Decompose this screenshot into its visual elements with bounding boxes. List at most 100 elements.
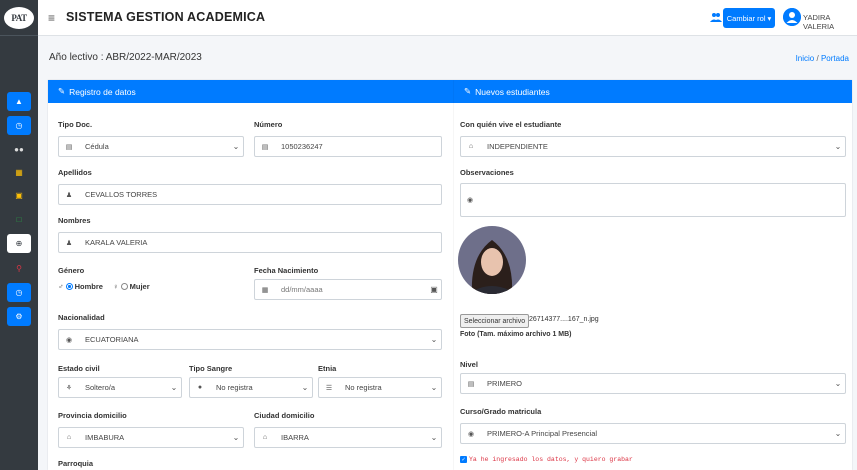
users-icon: ⚘ [65, 384, 73, 392]
tipo-sangre-value: No registra [216, 383, 253, 392]
change-role-button[interactable]: Cambiar rol ▾ [723, 8, 775, 28]
change-role-label: Cambiar rol [726, 13, 766, 23]
calendar-picker-icon[interactable]: ▣ [427, 285, 441, 294]
new-students-card-header: ✎ Nuevos estudiantes [454, 80, 852, 103]
chevron-down-icon: ⌄ [232, 433, 240, 442]
academic-year: Año lectivo : ABR/2022-MAR/2023 [49, 52, 202, 63]
apellidos-input[interactable]: ♟ CEVALLOS TORRES [58, 184, 442, 205]
chevron-down-icon: ⌄ [834, 429, 842, 438]
tint-icon: ● [197, 384, 203, 391]
breadcrumb-home[interactable]: Inicio [796, 54, 815, 63]
etnia-label: Etnia [318, 364, 337, 373]
sidebar-users-icon[interactable]: ●● [7, 140, 31, 159]
nombres-input[interactable]: ♟ KARALA VALERIA [58, 232, 442, 253]
logo[interactable]: PAT [0, 0, 38, 36]
curso-value: PRIMERO-A Principal Presencial [487, 429, 598, 438]
chevron-down-icon: ⌄ [834, 379, 842, 388]
chevron-down-icon: ⌄ [301, 383, 309, 392]
sidebar-file-icon[interactable]: □ [7, 210, 31, 229]
fecha-nacimiento-label: Fecha Nacimiento [254, 266, 319, 275]
calendar-icon: ▦ [261, 286, 269, 294]
etnia-select[interactable]: ☰ No registra ⌄ [318, 377, 442, 398]
curso-label: Curso/Grado matricula [460, 407, 542, 416]
nacionalidad-value: ECUATORIANA [85, 335, 139, 344]
user-icon: ♟ [65, 239, 73, 247]
parroquia-label: Parroquia [58, 459, 94, 468]
fecha-nacimiento-input[interactable]: ▦ dd/mm/aaaa ▣ [254, 279, 442, 300]
sidebar-plus-icon[interactable]: ⊕ [7, 234, 31, 253]
female-radio-dot[interactable] [120, 283, 128, 290]
apellidos-value: CEVALLOS TORRES [85, 190, 158, 199]
breadcrumb-current: Portada [820, 54, 849, 63]
hamburger-icon[interactable]: ≡ [48, 11, 55, 25]
select-file-button[interactable]: Seleccionar archivo [460, 314, 530, 328]
home-icon: ⌂ [66, 434, 72, 441]
sidebar-settings-icon[interactable]: ⚙ [7, 307, 31, 326]
vive-con-select[interactable]: ⌂ INDEPENDIENTE ⌄ [460, 136, 846, 157]
new-students-card-title: Nuevos estudiantes [475, 86, 550, 97]
sidebar-calendar-icon[interactable]: ▦ [7, 163, 31, 182]
id-card-icon: ▤ [261, 143, 269, 151]
tipo-doc-value: Cédula [85, 142, 109, 151]
chevron-down-icon: ⌄ [170, 383, 178, 392]
chevron-down-icon: ⌄ [834, 142, 842, 151]
user-name[interactable]: YADIRA VALERIA [803, 13, 857, 31]
nivel-select[interactable]: ▤ PRIMERO ⌄ [460, 373, 846, 394]
numero-value: 1050236247 [281, 142, 323, 151]
tipo-sangre-select[interactable]: ● No registra ⌄ [189, 377, 313, 398]
numero-label: Número [254, 120, 283, 129]
tipo-doc-label: Tipo Doc. [58, 120, 93, 129]
check-icon[interactable]: ✓ [460, 456, 467, 463]
estado-civil-select[interactable]: ⚘ Soltero/a ⌄ [58, 377, 182, 398]
list-icon: ☰ [325, 384, 333, 392]
ciudad-value: IBARRA [281, 433, 309, 442]
numero-input[interactable]: ▤ 1050236247 [254, 136, 442, 157]
sidebar-clock2-icon[interactable]: ◷ [7, 283, 31, 302]
sidebar-key-icon[interactable]: ⚲ [7, 259, 31, 278]
ciudad-select[interactable]: ⌂ IBARRA ⌄ [254, 427, 442, 448]
estado-civil-label: Estado civil [58, 364, 100, 373]
vive-con-label: Con quién vive el estudiante [460, 120, 562, 129]
chevron-down-icon: ⌄ [232, 142, 240, 151]
observaciones-textarea[interactable]: ◉ [460, 183, 846, 217]
nivel-value: PRIMERO [487, 379, 523, 388]
edit-icon: ✎ [464, 86, 472, 96]
globe-icon: ◉ [467, 430, 475, 438]
male-radio-dot[interactable] [65, 283, 73, 290]
user-icon: ♟ [65, 191, 73, 199]
file-name: 26714377....167_n.jpg [529, 316, 599, 323]
home-icon: ⌂ [262, 434, 268, 441]
registration-card-title: Registro de datos [69, 86, 136, 97]
list-icon: ▤ [467, 380, 475, 388]
provincia-select[interactable]: ⌂ IMBABURA ⌄ [58, 427, 244, 448]
sidebar-lock-icon[interactable]: ▣ [7, 186, 31, 205]
eye-icon: ◉ [467, 197, 474, 204]
tipo-doc-select[interactable]: ▤ Cédula ⌄ [58, 136, 244, 157]
gender-male-radio[interactable]: ♂ Hombre [58, 282, 103, 291]
nacionalidad-select[interactable]: ◉ ECUATORIANA ⌄ [58, 329, 442, 350]
female-icon: ♀ [113, 282, 119, 291]
chevron-down-icon: ⌄ [430, 335, 438, 344]
user-circle-icon[interactable] [783, 8, 801, 26]
users-icon[interactable] [710, 12, 722, 22]
student-photo [458, 226, 526, 294]
nacionalidad-label: Nacionalidad [58, 313, 105, 322]
confirm-text: Ya he ingresado los datos, y quiero grab… [469, 456, 633, 463]
genero-label: Género [58, 266, 85, 275]
photo-note: Foto (Tam. máximo archivo 1 MB) [460, 331, 572, 338]
estado-civil-value: Soltero/a [85, 383, 116, 392]
curso-select[interactable]: ◉ PRIMERO-A Principal Presencial ⌄ [460, 423, 846, 444]
nombres-value: KARALA VALERIA [85, 238, 148, 247]
breadcrumb-separator: / [816, 54, 819, 63]
female-label: Mujer [129, 282, 150, 291]
fecha-nacimiento-placeholder: dd/mm/aaaa [281, 285, 323, 294]
provincia-label: Provincia domicilio [58, 411, 127, 420]
confirm-checkbox[interactable]: ✓ Ya he ingresado los datos, y quiero gr… [460, 456, 633, 463]
vive-con-value: INDEPENDIENTE [487, 142, 548, 151]
sidebar: PAT ▲ ◷ ●● ▦ ▣ □ ⊕ ⚲ ◷ ⚙ [0, 0, 38, 470]
sidebar-clock-icon[interactable]: ◷ [7, 116, 31, 135]
sidebar-home-icon[interactable]: ▲ [7, 92, 31, 111]
gender-female-radio[interactable]: ♀ Mujer [113, 282, 150, 291]
nombres-label: Nombres [58, 216, 91, 225]
caret-down-icon: ▾ [767, 13, 772, 23]
